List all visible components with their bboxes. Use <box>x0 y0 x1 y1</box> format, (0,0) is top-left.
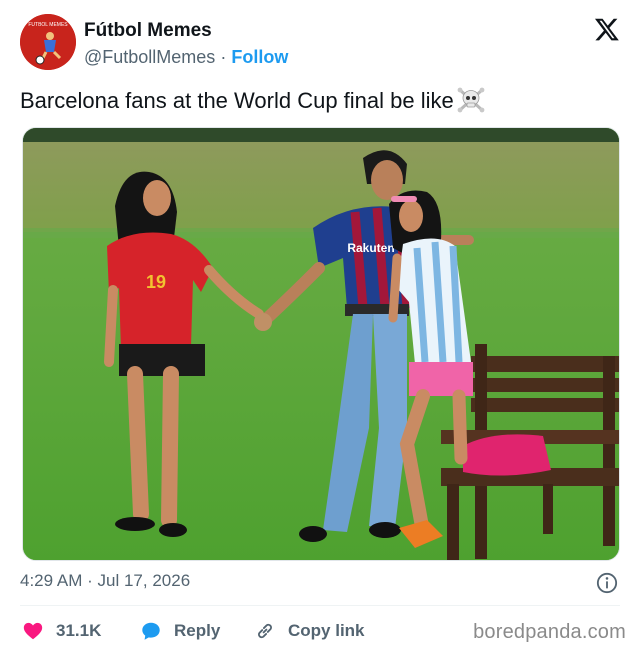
post-header: FUTBOL MEMES Fútbol Memes @FutbollMemes … <box>18 14 622 72</box>
reply-label: Reply <box>174 621 221 640</box>
sponsor-text: Rakuten <box>347 241 394 255</box>
avatar[interactable]: FUTBOL MEMES <box>20 14 76 70</box>
post-timestamp[interactable]: 4:29 AM · Jul 17, 2026 <box>20 571 190 591</box>
post-time: 4:29 AM <box>20 571 83 590</box>
author-info: Fútbol Memes @FutbollMemes · Follow <box>84 20 288 68</box>
watermark: boredpanda.com <box>473 621 626 643</box>
post-card: FUTBOL MEMES Fútbol Memes @FutbollMemes … <box>0 0 640 654</box>
x-logo-icon[interactable] <box>594 16 620 42</box>
display-name[interactable]: Fútbol Memes <box>84 20 288 42</box>
follow-button[interactable]: Follow <box>231 47 288 67</box>
copy-link-label: Copy link <box>288 621 365 640</box>
photo-illustration: 19 Rakuten <box>23 128 619 560</box>
divider <box>20 605 620 606</box>
post-photo[interactable]: 19 Rakuten <box>22 127 620 561</box>
info-icon[interactable] <box>596 572 618 594</box>
reply-button[interactable]: Reply <box>140 620 220 642</box>
post-text-content: Barcelona fans at the World Cup final be… <box>20 88 454 113</box>
skull-crossbones-icon <box>457 87 485 113</box>
post-text: Barcelona fans at the World Cup final be… <box>20 86 486 114</box>
heart-icon <box>23 622 43 640</box>
held-hands <box>254 313 272 331</box>
like-count: 31.1K <box>56 621 102 640</box>
link-icon <box>258 623 272 639</box>
avatar-image: FUTBOL MEMES <box>20 14 76 70</box>
handle-separator: · <box>220 47 227 67</box>
avatar-text: FUTBOL MEMES <box>28 22 68 28</box>
reply-bubble-icon <box>142 622 160 640</box>
meta-separator: · <box>87 571 93 590</box>
copy-link-button[interactable]: Copy link <box>254 620 365 642</box>
handle-line: @FutbollMemes · Follow <box>84 47 288 68</box>
like-button[interactable]: 31.1K <box>22 620 101 642</box>
handle[interactable]: @FutbollMemes <box>84 47 215 67</box>
shirt-number: 19 <box>146 272 166 292</box>
post-date: Jul 17, 2026 <box>97 571 191 590</box>
